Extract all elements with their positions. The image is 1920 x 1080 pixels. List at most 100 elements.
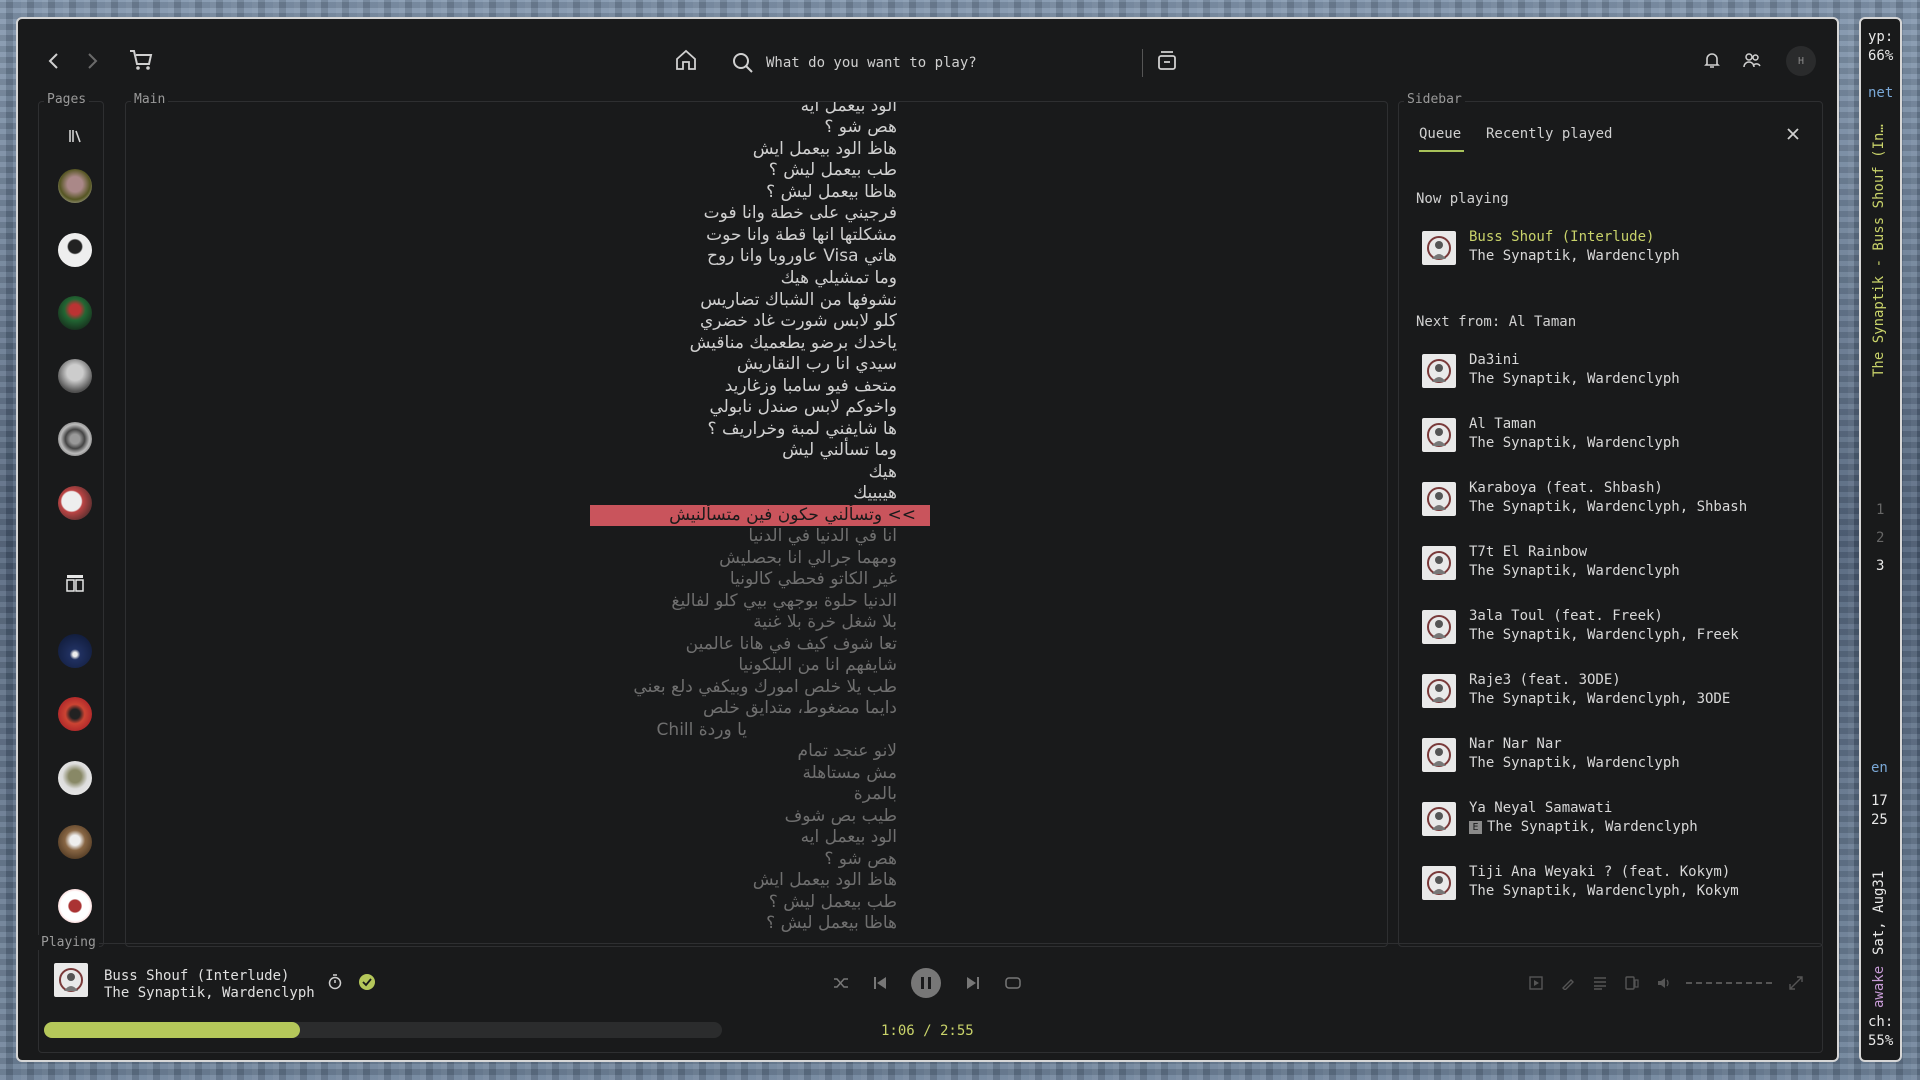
previous-icon[interactable] (870, 973, 890, 993)
user-avatar[interactable]: H (1786, 46, 1816, 76)
lyric-line-past: مشكلتها انها قطة وانا حوت (706, 225, 897, 245)
lyrics-view[interactable]: الود بيعمل ايه هص شو ؟ هاظ الود بيعمل اي… (126, 102, 1387, 946)
awake-indicator[interactable]: awake (1871, 954, 1887, 1008)
yp-value: 66% (1868, 48, 1894, 64)
queue-item[interactable]: Al Taman The Synaptik, Wardenclyph (1422, 416, 1822, 456)
queue-item[interactable]: T7t El Rainbow The Synaptik, Wardenclyph (1422, 544, 1822, 584)
top-bar: H (18, 19, 1837, 99)
workspace-3-active[interactable]: 3 (1876, 558, 1884, 574)
queue-item[interactable]: Nar Nar Nar The Synaptik, Wardenclyph (1422, 736, 1822, 776)
queue-icon[interactable] (1590, 973, 1610, 993)
sidebar-item-playlist-8[interactable] (58, 697, 92, 731)
lyric-line-future: يا وردة Chill (656, 720, 747, 740)
tab-queue[interactable]: Queue (1419, 126, 1461, 142)
album-art-thumbnail (1422, 231, 1456, 265)
lyric-current-text: وتسألني حكون فين متسألنيش (669, 505, 883, 525)
ch-value: 55% (1868, 1033, 1894, 1049)
lyric-line-past: وما تسألني ليش (782, 440, 897, 460)
album-art-thumbnail (1422, 354, 1456, 388)
sidebar-item-playlist-6[interactable] (58, 486, 92, 520)
queue-item[interactable]: Ya Neyal Samawati E The Synaptik, Wardenc… (1422, 800, 1822, 840)
lyrics-icon[interactable] (1558, 973, 1578, 993)
queue-item-title: Karaboya (feat. Shbash) (1469, 480, 1663, 496)
queue-item-artist: The Synaptik, Wardenclyph (1469, 435, 1680, 451)
album-art-thumbnail (1422, 866, 1456, 900)
browse-icon[interactable] (1154, 47, 1180, 73)
fullscreen-icon[interactable] (1786, 973, 1806, 993)
sidebar-item-playlist-9[interactable] (58, 761, 92, 795)
pause-button[interactable] (911, 968, 941, 998)
queue-item-artist: The Synaptik, Wardenclyph, Shbash (1469, 499, 1748, 515)
now-playing-title: Buss Shouf (Interlude) (1469, 229, 1655, 245)
queue-item[interactable]: Tiji Ana Weyaki ? (feat. Kokym) The Syna… (1422, 864, 1822, 904)
forward-icon[interactable] (80, 49, 104, 73)
lyric-line-future: طب يلا خلص امورك وبيكفي دلع بعني (633, 677, 897, 697)
lyric-line-future: الود بيعمل ايه (800, 827, 897, 847)
now-playing-item[interactable]: Buss Shouf (Interlude) The Synaptik, War… (1422, 229, 1822, 269)
playback-time: 1:06 / 2:55 (881, 1023, 974, 1039)
cart-icon[interactable] (128, 47, 154, 73)
lyric-line-future: طب بيعمل ليش ؟ (768, 892, 897, 912)
progress-bar[interactable] (44, 1022, 722, 1038)
sidebar-item-playlist-7[interactable] (58, 634, 92, 668)
sidebar-item-grid[interactable] (58, 566, 92, 600)
shuffle-icon[interactable] (831, 973, 851, 993)
queue-item[interactable]: Da3ini The Synaptik, Wardenclyph (1422, 352, 1822, 392)
album-art-thumbnail (1422, 610, 1456, 644)
close-icon[interactable] (1784, 125, 1802, 143)
queue-item-title: Tiji Ana Weyaki ? (feat. Kokym) (1469, 864, 1731, 880)
sidebar-item-playlist-10[interactable] (58, 825, 92, 859)
queue-item-artist: The Synaptik, Wardenclyph, 3ODE (1469, 691, 1731, 707)
search-input[interactable] (764, 54, 1128, 72)
sidebar-item-playlist-11[interactable] (58, 889, 92, 923)
album-art-thumbnail (1422, 802, 1456, 836)
queue-item[interactable]: Karaboya (feat. Shbash) The Synaptik, Wa… (1422, 480, 1822, 520)
lyric-line-future: شايفهم انا من البلكونيا (738, 655, 897, 675)
lyric-line-past: ها شايفني لمبة وخراريف ؟ (707, 419, 897, 439)
queue-item[interactable]: Raje3 (feat. 3ODE) The Synaptik, Wardenc… (1422, 672, 1822, 712)
lyric-line-past: كلو لابس شورت غاد خضري (699, 311, 897, 331)
workspace-2[interactable]: 2 (1876, 530, 1884, 546)
next-icon[interactable] (963, 973, 983, 993)
album-art-thumbnail (1422, 738, 1456, 772)
queue-item-title: Ya Neyal Samawati (1469, 800, 1613, 816)
network-status[interactable]: net (1868, 85, 1893, 101)
lyric-line-past: سيدي انا رب النقاريش (736, 354, 897, 374)
sidebar-item-playlist-2[interactable] (58, 233, 92, 267)
sidebar-item-playlist-1[interactable] (58, 169, 92, 203)
friends-icon[interactable] (1741, 49, 1763, 71)
queue-item[interactable]: 3ala Toul (feat. Freek) The Synaptik, Wa… (1422, 608, 1822, 648)
lyric-line-future: دايما مضغوط، متدايق خلص (702, 698, 897, 718)
lyric-line-past: فرجيني على خطة وانا فوت (703, 203, 897, 223)
lyric-line-past: هيك (868, 462, 897, 482)
connect-device-icon[interactable] (1622, 973, 1642, 993)
sidebar-item-playlist-5[interactable] (58, 422, 92, 456)
now-playing-vertical[interactable]: The Synaptik - Buss Shouf (In… (1871, 117, 1887, 377)
bell-icon[interactable] (1701, 49, 1723, 71)
main-label: Main (131, 92, 169, 107)
volume-slider[interactable] (1686, 982, 1772, 984)
queue-item-artist: E The Synaptik, Wardenclyph (1469, 819, 1698, 835)
sidebar-item-playlist-4[interactable] (58, 359, 92, 393)
back-icon[interactable] (42, 49, 66, 73)
player-track-artist[interactable]: The Synaptik, Wardenclyph (104, 985, 315, 1001)
volume-icon[interactable] (1654, 973, 1674, 993)
lyric-line-future: بالمرة (853, 784, 897, 804)
workspace-1[interactable]: 1 (1876, 502, 1884, 518)
lyric-line-future: تعا شوف كيف في هانا عالمين (685, 634, 897, 654)
tab-recently-played[interactable]: Recently played (1486, 126, 1612, 142)
saved-check-icon[interactable] (358, 973, 376, 991)
search-bar[interactable] (732, 47, 1152, 79)
library-icon[interactable] (63, 126, 87, 146)
album-art-thumbnail (1422, 418, 1456, 452)
sidebar-item-playlist-3[interactable] (58, 296, 92, 330)
repeat-icon[interactable] (1003, 973, 1023, 993)
lyric-line-past: الود بيعمل ايه (800, 102, 897, 116)
now-playing-cover[interactable] (54, 963, 88, 997)
keyboard-layout[interactable]: en (1871, 760, 1888, 776)
queue-item-title: Da3ini (1469, 352, 1520, 368)
sleep-timer-icon[interactable] (326, 973, 344, 991)
now-playing-view-icon[interactable] (1526, 973, 1546, 993)
player-track-title[interactable]: Buss Shouf (Interlude) (104, 968, 289, 984)
home-icon[interactable] (673, 47, 699, 73)
